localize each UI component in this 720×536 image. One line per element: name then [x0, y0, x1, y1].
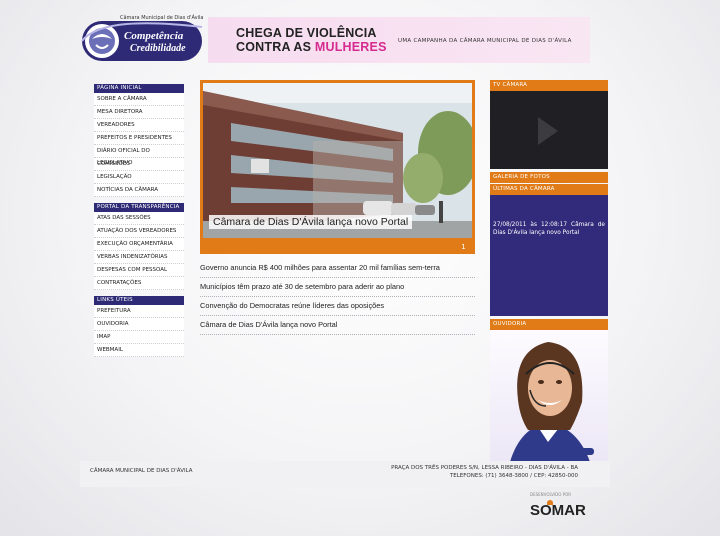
- featured-caption[interactable]: Câmara de Dias D'Ávila lança novo Portal: [209, 215, 413, 229]
- nav-item[interactable]: VERBAS INDENIZATÓRIAS: [94, 251, 184, 264]
- news-link[interactable]: Governo anuncia R$ 400 milhões para asse…: [200, 258, 475, 278]
- banner-line1: CHEGA DE VIOLÊNCIA: [236, 26, 377, 40]
- nav-item[interactable]: NOTÍCIAS DA CÂMARA: [94, 184, 184, 197]
- play-icon[interactable]: [538, 117, 558, 145]
- video-player[interactable]: [490, 91, 608, 169]
- nav-item[interactable]: EXECUÇÃO ORÇAMENTÁRIA: [94, 238, 184, 251]
- banner-subtitle: UMA CAMPANHA DA CÂMARA MUNICIPAL DE DIAS…: [398, 38, 572, 44]
- nav-item[interactable]: DIÁRIO OFICIAL DO LEGISLATIVO: [94, 145, 184, 166]
- ouvidoria-header[interactable]: OUVIDORIA: [490, 319, 608, 330]
- nav-item[interactable]: COMISSÕES: [94, 158, 184, 171]
- latest-news-header[interactable]: ÚLTIMAS DA CÂMARA: [490, 184, 608, 195]
- nav-item[interactable]: ATAS DAS SESSÕES: [94, 212, 184, 225]
- campaign-banner[interactable]: CHEGA DE VIOLÊNCIA CONTRA AS MULHERES UM…: [208, 17, 590, 63]
- nav-item[interactable]: WEBMAIL: [94, 344, 184, 357]
- news-link[interactable]: Convenção do Democratas reúne líderes da…: [200, 296, 475, 316]
- nav-main: PÁGINA INICIAL SOBRE A CÂMARA MESA DIRET…: [94, 84, 184, 197]
- nav-transparency: PORTAL DA TRANSPARÊNCIA ATAS DAS SESSÕES…: [94, 203, 184, 290]
- nav-head-links[interactable]: LINKS ÚTEIS: [94, 296, 184, 305]
- logo-line2: Credibilidade: [130, 43, 186, 54]
- nav-item[interactable]: VEREADORES: [94, 119, 184, 132]
- slide-page-button[interactable]: 1: [456, 240, 471, 254]
- developer-brand: SOMAR: [530, 502, 586, 519]
- developer-credit: DESENVOLVIDO POR: [530, 492, 572, 497]
- nav-item[interactable]: SOBRE A CÂMARA: [94, 93, 184, 106]
- latest-news-panel: 27/08/2011 às 12:08:17 Câmara de Dias D'…: [490, 195, 608, 316]
- nav-item[interactable]: LEGISLAÇÃO: [94, 171, 184, 184]
- footer-address: PRAÇA DOS TRÊS PODERES S/N, LESSA RIBEIR…: [391, 465, 578, 479]
- news-link[interactable]: Municípios têm prazo até 30 de setembro …: [200, 277, 475, 297]
- brand-accent-icon: [547, 500, 553, 505]
- tv-camara-header[interactable]: TV CÂMARA: [490, 80, 608, 91]
- nav-links: LINKS ÚTEIS PREFEITURA OUVIDORIA IMAP WE…: [94, 296, 184, 357]
- banner-line2: CONTRA AS MULHERES: [236, 40, 387, 54]
- site-logo[interactable]: Câmara Municipal de Dias d'Ávila Competê…: [80, 15, 204, 63]
- nav-item[interactable]: ATUAÇÃO DOS VEREADORES: [94, 225, 184, 238]
- nav-item[interactable]: IMAP: [94, 331, 184, 344]
- nav-item[interactable]: OUVIDORIA: [94, 318, 184, 331]
- news-link[interactable]: Câmara de Dias D'Ávila lança novo Portal: [200, 315, 475, 335]
- logo-top-text: Câmara Municipal de Dias d'Ávila: [120, 15, 204, 21]
- developer-logo[interactable]: DESENVOLVIDO POR SOMAR: [520, 492, 596, 526]
- featured-photo[interactable]: Câmara de Dias D'Ávila lança novo Portal: [203, 83, 472, 238]
- footer: CÂMARA MUNICIPAL DE DIAS D'ÁVILA PRAÇA D…: [80, 461, 610, 487]
- nav-item[interactable]: DESPESAS COM PESSOAL: [94, 264, 184, 277]
- nav-item[interactable]: MESA DIRETORA: [94, 106, 184, 119]
- latest-news-item[interactable]: 27/08/2011 às 12:08:17 Câmara de Dias D'…: [493, 221, 605, 237]
- nav-item[interactable]: PREFEITOS E PRESIDENTES: [94, 132, 184, 145]
- photo-gallery-header[interactable]: GALERIA DE FOTOS: [490, 172, 608, 183]
- logo-line1: Competência: [124, 30, 184, 42]
- nav-item[interactable]: PREFEITURA: [94, 305, 184, 318]
- nav-item[interactable]: CONTRATAÇÕES: [94, 277, 184, 290]
- nav-head-transparency[interactable]: PORTAL DA TRANSPARÊNCIA: [94, 203, 184, 212]
- featured-slideshow: Câmara de Dias D'Ávila lança novo Portal…: [200, 80, 475, 254]
- ouvidoria-banner[interactable]: [490, 330, 608, 462]
- footer-title: CÂMARA MUNICIPAL DE DIAS D'ÁVILA: [90, 468, 193, 474]
- nav-head-home[interactable]: PÁGINA INICIAL: [94, 84, 184, 93]
